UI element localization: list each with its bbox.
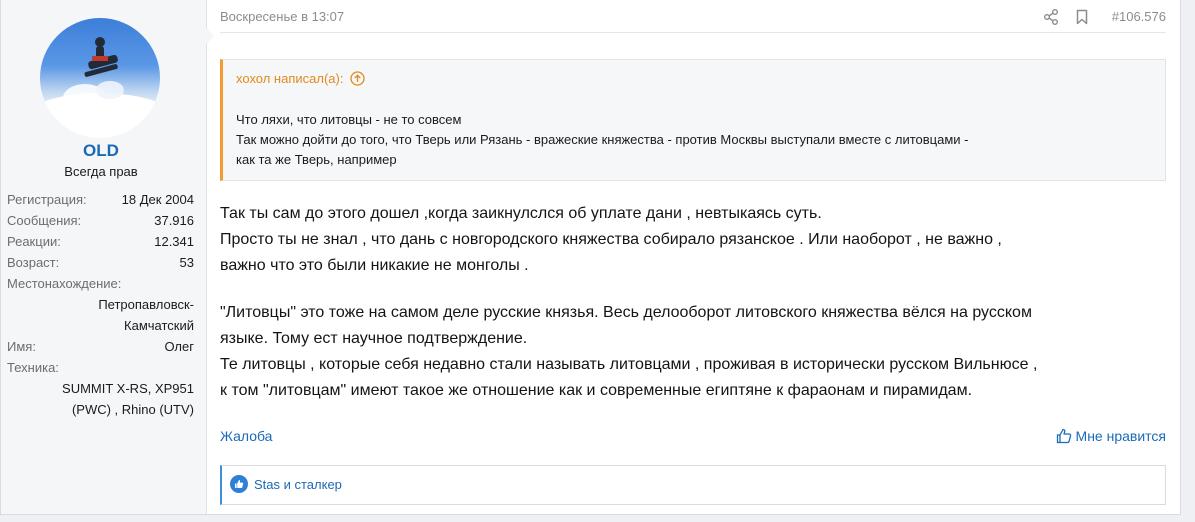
user-cell: OLD Всегда прав Регистрация: 18 Дек 2004… xyxy=(1,0,207,514)
stat-registration: Регистрация: 18 Дек 2004 xyxy=(7,189,194,210)
stat-label: Сообщения: xyxy=(7,213,82,228)
stat-tech: Техника: SUMMIT X-RS, XP951 (PWC) , Rhin… xyxy=(7,357,194,420)
stat-name: Имя: Олег xyxy=(7,336,194,357)
share-icon[interactable] xyxy=(1044,9,1058,30)
message-body: Так ты сам до этого дошел ,когда заикнул… xyxy=(220,201,1166,404)
body-line: важно что это были никакие не монголы . xyxy=(220,257,529,274)
stat-location: Местонахождение: Петропавловск- Камчатск… xyxy=(7,273,194,336)
stat-label: Техника: xyxy=(7,360,59,375)
message-attribution: Воскресенье в 13:07 #106.576 xyxy=(220,0,1166,33)
stat-value: Олег xyxy=(164,339,194,354)
stat-label: Регистрация: xyxy=(7,192,87,207)
stat-value: 18 Дек 2004 xyxy=(121,192,194,207)
quote-author-link[interactable]: хохол написал(а): xyxy=(236,71,365,86)
message-post: OLD Всегда прав Регистрация: 18 Дек 2004… xyxy=(0,0,1181,515)
stat-value: 37.916 xyxy=(154,213,194,228)
body-line: Просто ты не знал , что дань с новгородс… xyxy=(220,231,1002,248)
stat-label: Местонахождение: xyxy=(7,276,122,291)
stat-value-line: SUMMIT X-RS, XP951 xyxy=(62,381,194,396)
stat-label: Реакции: xyxy=(7,234,61,249)
stat-value-line: Петропавловск- xyxy=(98,297,194,312)
user-cell-arrow xyxy=(206,28,214,44)
body-line: Те литовцы , которые себя недавно стали … xyxy=(220,356,1038,373)
like-label: Мне нравится xyxy=(1075,428,1166,444)
stat-value: 12.341 xyxy=(154,234,194,249)
reactions-bar[interactable]: Stas и сталкер xyxy=(220,465,1166,505)
body-line: "Литовцы" это тоже на самом деле русские… xyxy=(220,304,1032,321)
post-date[interactable]: Воскресенье в 13:07 xyxy=(220,9,344,24)
stat-value: 53 xyxy=(179,255,194,270)
body-line: языке. Тому ест научное подтверждение. xyxy=(220,330,528,347)
bookmark-icon[interactable] xyxy=(1076,9,1088,30)
stat-label: Имя: xyxy=(7,339,36,354)
avatar[interactable] xyxy=(40,18,160,138)
like-button[interactable]: Мне нравится xyxy=(1056,428,1166,444)
stat-value-line: (PWC) , Rhino (UTV) xyxy=(71,402,194,417)
quote-line: Так можно дойти до того, что Тверь или Р… xyxy=(236,132,969,147)
user-stats: Регистрация: 18 Дек 2004 Сообщения: 37.9… xyxy=(7,189,194,420)
arrow-up-circle-icon xyxy=(350,71,365,86)
stat-messages: Сообщения: 37.916 xyxy=(7,210,194,231)
thumbs-up-icon xyxy=(1056,428,1071,444)
post-number[interactable]: #106.576 xyxy=(1112,9,1166,24)
report-link[interactable]: Жалоба xyxy=(220,428,272,444)
quote-line: как та же Тверь, например xyxy=(236,152,397,167)
quote-line: Что ляхи, что литовцы - не то совсем xyxy=(236,112,462,127)
quote-author: хохол написал(а): xyxy=(236,71,344,86)
quote-content: Что ляхи, что литовцы - не то совсем Так… xyxy=(236,110,1156,170)
reactions-users[interactable]: Stas и сталкер xyxy=(254,477,342,492)
stat-age: Возраст: 53 xyxy=(7,252,194,273)
stat-label: Возраст: xyxy=(7,255,60,270)
body-line: к том "литовцам" имеют такое же отношени… xyxy=(220,382,973,399)
body-line: Так ты сам до этого дошел ,когда заикнул… xyxy=(220,205,822,222)
stat-value-line: Камчатский xyxy=(124,318,194,333)
quote-block: хохол написал(а): Что ляхи, что литовцы … xyxy=(220,59,1166,181)
stat-reactions: Реакции: 12.341 xyxy=(7,231,194,252)
user-title: Всегда прав xyxy=(64,164,138,179)
username[interactable]: OLD xyxy=(1,141,201,161)
like-reaction-icon xyxy=(230,475,248,493)
